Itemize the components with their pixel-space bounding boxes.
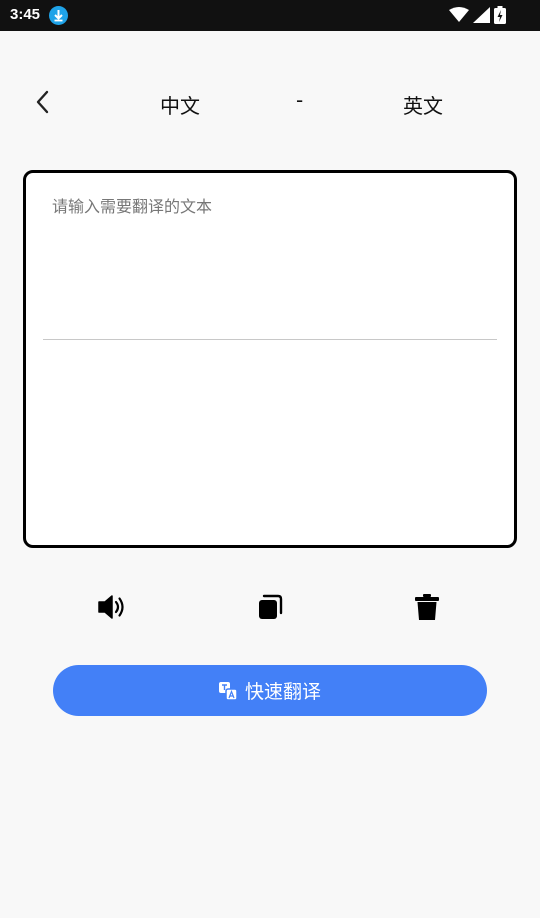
source-language-selector[interactable]: 中文 [160, 90, 200, 119]
translate-icon [218, 681, 237, 700]
signal-icon [473, 7, 490, 27]
language-separator: - [296, 88, 304, 112]
speaker-icon [98, 595, 124, 619]
status-bar: 3:45 [0, 0, 540, 31]
download-icon [49, 6, 68, 25]
input-placeholder[interactable]: 请输入需要翻译的文本 [52, 193, 212, 217]
copy-icon [259, 594, 283, 619]
chevron-left-icon [36, 90, 49, 114]
status-time: 3:45 [10, 6, 41, 23]
system-icons [449, 6, 506, 28]
input-divider [43, 339, 497, 340]
copy-button[interactable] [253, 590, 287, 624]
language-bar: 中文 - 英文 [0, 78, 540, 126]
trash-icon [415, 594, 439, 620]
translation-input-card[interactable]: 请输入需要翻译的文本 [23, 170, 517, 548]
quick-translate-button[interactable]: 快速翻译 [53, 665, 487, 716]
target-language-selector[interactable]: 英文 [403, 90, 443, 119]
battery-icon [494, 6, 506, 28]
quick-translate-label: 快速翻译 [244, 681, 321, 703]
wifi-icon [449, 7, 469, 27]
back-button[interactable] [26, 86, 58, 118]
speak-button[interactable] [95, 590, 129, 624]
delete-button[interactable] [410, 590, 444, 624]
